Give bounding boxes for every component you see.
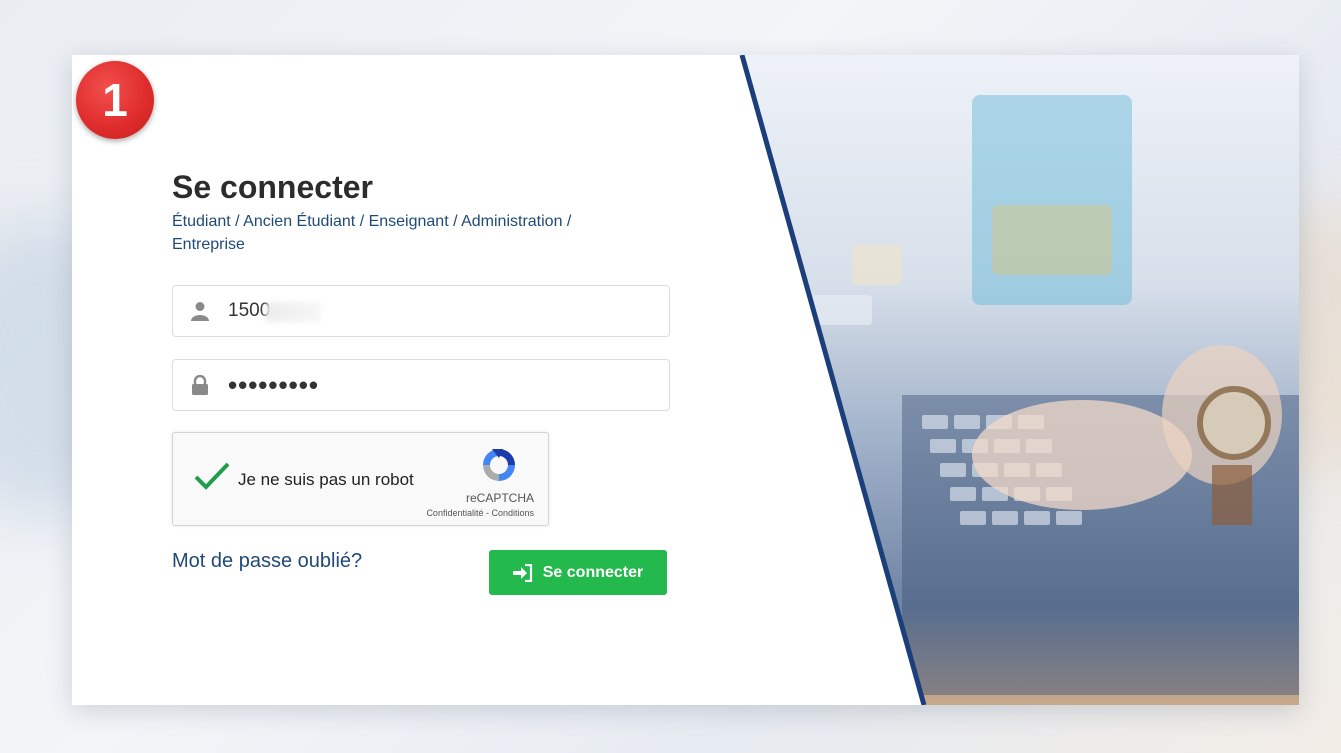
page-title: Se connecter [172, 169, 373, 205]
recaptcha-widget[interactable]: Je ne suis pas un robot reCAPTCHA Confid… [172, 432, 549, 526]
forgot-password-link[interactable]: Mot de passe oublié? [172, 550, 362, 573]
recaptcha-terms-link[interactable]: Confidentialité - Conditions [426, 508, 534, 518]
password-field[interactable] [172, 359, 670, 411]
user-types-subtitle: Étudiant / Ancien Étudiant / Enseignant … [172, 213, 572, 253]
login-button[interactable]: Se connecter [489, 550, 667, 595]
recaptcha-brand: reCAPTCHA [465, 491, 534, 505]
recaptcha-label: Je ne suis pas un robot [238, 470, 414, 489]
user-icon [190, 301, 210, 321]
step-number-badge: 1 [76, 61, 154, 139]
password-input[interactable] [228, 369, 628, 401]
redacted-username-mask [265, 302, 321, 322]
login-button-label: Se connecter [542, 563, 644, 581]
username-field[interactable] [172, 285, 670, 337]
lock-icon [190, 375, 210, 395]
recaptcha-logo-icon [483, 449, 515, 481]
login-card: 1 Se connecter Étudiant / Ancien Étudian… [72, 55, 1299, 705]
sign-in-icon [512, 563, 532, 582]
checkmark-icon[interactable] [193, 461, 231, 491]
